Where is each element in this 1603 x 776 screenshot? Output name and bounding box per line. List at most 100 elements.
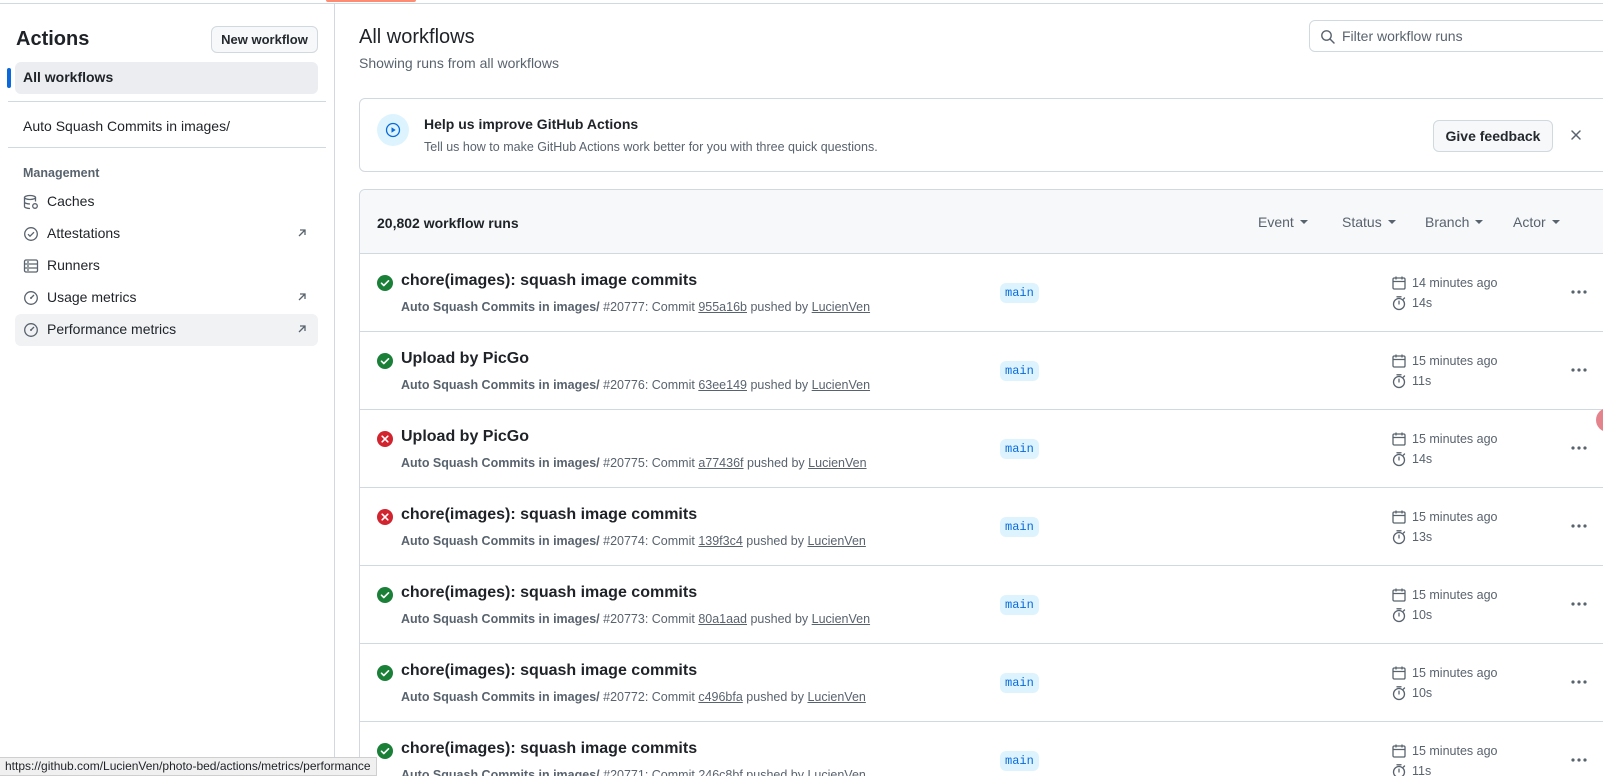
workflow-run-row[interactable]: chore(images): squash image commits Auto … — [360, 566, 1603, 644]
run-meta: Auto Squash Commits in images/ #20776: C… — [401, 378, 870, 392]
run-duration: 10s — [1412, 608, 1433, 622]
stopwatch-icon — [1392, 296, 1406, 311]
actor-link[interactable]: LucienVen — [812, 300, 870, 314]
kebab-menu-icon[interactable] — [1570, 595, 1588, 613]
workflow-run-row[interactable]: Upload by PicGo Auto Squash Commits in im… — [360, 332, 1603, 410]
actor-link[interactable]: LucienVen — [807, 534, 865, 548]
banner-title: Help us improve GitHub Actions — [424, 116, 639, 132]
kebab-menu-icon[interactable] — [1570, 673, 1588, 691]
status-filter[interactable]: Status — [1342, 214, 1396, 230]
success-icon — [377, 743, 393, 759]
give-feedback-button[interactable]: Give feedback — [1433, 120, 1553, 152]
actor-link[interactable]: LucienVen — [807, 768, 865, 776]
run-duration: 10s — [1412, 686, 1433, 700]
kebab-menu-icon[interactable] — [1570, 751, 1588, 769]
actor-filter[interactable]: Actor — [1513, 214, 1560, 230]
commit-link[interactable]: 955a16b — [698, 300, 747, 314]
filter-runs-field[interactable] — [1309, 20, 1603, 52]
run-timestamp: 15 minutes ago — [1412, 588, 1498, 602]
run-title-link[interactable]: Upload by PicGo — [401, 350, 529, 368]
meter-icon — [24, 291, 38, 305]
branch-badge[interactable]: main — [1000, 517, 1039, 537]
workflow-run-row[interactable]: Upload by PicGo Auto Squash Commits in im… — [360, 410, 1603, 488]
run-meta: Auto Squash Commits in images/ #20777: C… — [401, 300, 870, 314]
sidebar: Actions New workflow All workflows Auto … — [0, 4, 335, 776]
actor-link[interactable]: LucienVen — [812, 612, 870, 626]
run-meta: Auto Squash Commits in images/ #20774: C… — [401, 534, 866, 548]
sidebar-item-workflow[interactable]: Auto Squash Commits in images/ — [23, 118, 230, 134]
caret-down-icon — [1387, 220, 1396, 224]
commit-link[interactable]: 80a1aad — [698, 612, 747, 626]
workflow-name: Auto Squash Commits in images/ — [401, 534, 600, 548]
kebab-menu-icon[interactable] — [1570, 439, 1588, 457]
branch-badge[interactable]: main — [1000, 439, 1039, 459]
search-icon — [1321, 30, 1335, 44]
filter-runs-input[interactable] — [1342, 26, 1602, 46]
stopwatch-icon — [1392, 374, 1406, 389]
branch-badge[interactable]: main — [1000, 673, 1039, 693]
management-heading: Management — [23, 166, 100, 180]
run-title-link[interactable]: Upload by PicGo — [401, 428, 529, 446]
actor-link[interactable]: LucienVen — [808, 456, 866, 470]
run-title-link[interactable]: chore(images): squash image commits — [401, 740, 697, 758]
run-number: #20773: Commit — [603, 612, 695, 626]
commit-link[interactable]: 246c8bf — [698, 768, 742, 776]
commit-link[interactable]: 63ee149 — [698, 378, 747, 392]
sidebar-item-attestations[interactable]: Attestations — [15, 218, 318, 250]
run-meta: Auto Squash Commits in images/ #20773: C… — [401, 612, 870, 626]
kebab-menu-icon[interactable] — [1570, 283, 1588, 301]
run-title-link[interactable]: chore(images): squash image commits — [401, 662, 697, 680]
calendar-icon — [1392, 588, 1406, 602]
calendar-icon — [1392, 666, 1406, 680]
workflow-run-row[interactable]: chore(images): squash image commits Auto … — [360, 644, 1603, 722]
page-title: All workflows — [359, 26, 475, 48]
pushed-by-label: pushed by — [747, 456, 805, 470]
run-meta: Auto Squash Commits in images/ #20771: C… — [401, 768, 866, 776]
success-icon — [377, 275, 393, 291]
workflow-run-row[interactable]: chore(images): squash image commits Auto … — [360, 254, 1603, 332]
calendar-icon — [1392, 432, 1406, 446]
actor-link[interactable]: LucienVen — [807, 690, 865, 704]
filter-label: Actor — [1513, 214, 1546, 230]
event-filter[interactable]: Event — [1258, 214, 1308, 230]
close-icon[interactable] — [1569, 128, 1583, 142]
external-link-icon — [298, 293, 306, 301]
pushed-by-label: pushed by — [746, 768, 804, 776]
commit-link[interactable]: 139f3c4 — [698, 534, 742, 548]
workflow-run-row[interactable]: chore(images): squash image commits Auto … — [360, 722, 1603, 776]
sidebar-item-runners[interactable]: Runners — [15, 250, 318, 282]
run-title-link[interactable]: chore(images): squash image commits — [401, 506, 697, 524]
divider — [8, 147, 326, 148]
sidebar-item-usage-metrics[interactable]: Usage metrics — [15, 282, 318, 314]
run-title-link[interactable]: chore(images): squash image commits — [401, 272, 697, 290]
workflow-name: Auto Squash Commits in images/ — [401, 612, 600, 626]
branch-badge[interactable]: main — [1000, 751, 1039, 771]
sidebar-item-label: Runners — [47, 257, 100, 273]
branch-badge[interactable]: main — [1000, 361, 1039, 381]
caret-down-icon — [1551, 220, 1560, 224]
run-title-link[interactable]: chore(images): squash image commits — [401, 584, 697, 602]
run-duration: 14s — [1412, 296, 1433, 310]
sidebar-item-caches[interactable]: Caches — [15, 186, 318, 218]
meter-icon — [24, 323, 38, 337]
run-timestamp: 15 minutes ago — [1412, 666, 1498, 680]
run-duration: 14s — [1412, 452, 1433, 466]
sidebar-item-performance-metrics[interactable]: Performance metrics — [15, 314, 318, 346]
commit-link[interactable]: c496bfa — [698, 690, 742, 704]
stopwatch-icon — [1392, 452, 1406, 467]
branch-filter[interactable]: Branch — [1425, 214, 1484, 230]
kebab-menu-icon[interactable] — [1570, 361, 1588, 379]
branch-badge[interactable]: main — [1000, 595, 1039, 615]
new-workflow-button[interactable]: New workflow — [211, 26, 318, 53]
filter-label: Branch — [1425, 214, 1470, 230]
run-timestamp: 15 minutes ago — [1412, 510, 1498, 524]
commit-link[interactable]: a77436f — [698, 456, 743, 470]
branch-badge[interactable]: main — [1000, 283, 1039, 303]
sidebar-item-label: Performance metrics — [47, 321, 177, 337]
stopwatch-icon — [1392, 686, 1406, 701]
page-subtitle: Showing runs from all workflows — [359, 55, 559, 71]
sidebar-item-label: Attestations — [47, 225, 121, 241]
actor-link[interactable]: LucienVen — [812, 378, 870, 392]
workflow-run-row[interactable]: chore(images): squash image commits Auto … — [360, 488, 1603, 566]
kebab-menu-icon[interactable] — [1570, 517, 1588, 535]
